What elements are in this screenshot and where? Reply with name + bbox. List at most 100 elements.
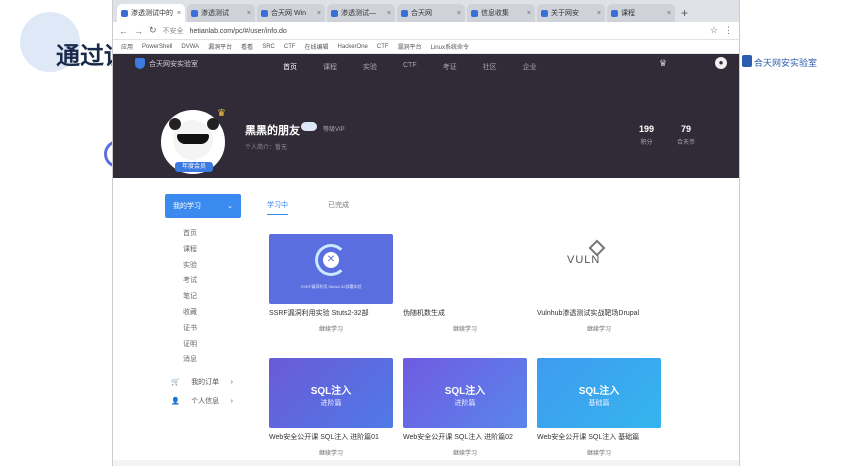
nav-item[interactable]: 考证 <box>443 62 457 72</box>
nav-item[interactable]: 社区 <box>483 62 497 72</box>
bookmark-item[interactable]: 应用 <box>121 42 133 51</box>
bookmarks-bar: 应用 PowerShell DVWA 漏洞平台 看看 SRC CTF 在线编辑 … <box>113 40 739 54</box>
sidebar-item[interactable]: 消息 <box>183 352 241 368</box>
lab-logo-text: 合天网安实验室 <box>754 59 818 69</box>
sidebar-group-orders[interactable]: 🛒 我的订单 › <box>165 377 241 387</box>
avatar[interactable]: ♛ 年度会员 <box>161 108 226 174</box>
close-icon[interactable]: × <box>667 10 671 17</box>
course-card[interactable]: ✕ SSRF漏洞利用 Stuts2-32部署实验 SSRF漏洞利用实验 Stut… <box>269 234 393 333</box>
tab-favicon-icon <box>121 9 128 17</box>
thumbnail-heading: SQL注入 <box>578 386 620 397</box>
browser-tab[interactable]: 合天网 Win × <box>257 4 325 22</box>
browser-tab[interactable]: 渗透测试— × <box>327 4 395 22</box>
stat-value: 79 <box>681 124 692 134</box>
course-thumbnail: VULN <box>537 234 661 304</box>
browser-tab[interactable]: 渗透测试 × <box>187 4 255 22</box>
bookmark-item[interactable]: 漏洞平台 <box>398 42 422 51</box>
nav-item[interactable]: 课程 <box>323 62 337 72</box>
level-badge <box>301 122 317 131</box>
thumbnail-caption: SSRF漏洞利用 Stuts2-32部署实验 <box>300 284 362 289</box>
stat-label: 积分 <box>640 140 653 146</box>
bookmark-item[interactable]: HackerOne <box>338 44 368 50</box>
browser-tab[interactable]: 课程 × <box>607 4 675 22</box>
sidebar-item[interactable]: 收藏 <box>183 305 241 321</box>
close-icon[interactable]: × <box>317 10 321 17</box>
tab-favicon-icon <box>541 9 548 17</box>
nav-item[interactable]: 实验 <box>363 62 377 72</box>
course-card[interactable]: SQL注入 进阶篇 Web安全公开课 SQL注入 进阶篇02 继续学习 <box>403 358 527 457</box>
bookmark-item[interactable]: DVWA <box>181 44 199 50</box>
course-card[interactable]: VULN Vulnhub渗透测试实战靶场Drupal 继续学习 <box>537 234 661 333</box>
thumbnail-heading: SQL注入 <box>310 386 352 397</box>
browser-tab[interactable]: 渗透测试中的 × <box>117 4 185 22</box>
tab-favicon-icon <box>471 9 478 17</box>
sidebar-item[interactable]: 笔记 <box>183 289 241 305</box>
continue-button[interactable]: 继续学习 <box>403 324 527 333</box>
crown-icon[interactable]: ♛ <box>659 58 667 69</box>
browser-tab[interactable]: 信息收集 × <box>467 4 535 22</box>
bookmark-item[interactable]: CTF <box>377 44 389 50</box>
bookmark-item[interactable]: CTF <box>284 44 296 50</box>
sidebar-item[interactable]: 首页 <box>183 226 241 242</box>
user-icon: 👤 <box>171 398 180 406</box>
sidebar-item[interactable]: 课程 <box>183 242 241 258</box>
nav-item[interactable]: CTF <box>403 62 417 72</box>
user-menu-icon[interactable]: ● <box>715 57 727 69</box>
thumbnail-subheading: 进阶篇 <box>454 400 476 407</box>
sidebar-item[interactable]: 证明 <box>183 337 241 353</box>
site-brand[interactable]: 合天网安实验室 <box>135 58 198 69</box>
close-icon[interactable]: × <box>387 10 391 17</box>
menu-icon[interactable]: ⋮ <box>724 25 733 36</box>
course-title: Web安全公开课 SQL注入 基础篇 <box>537 434 640 441</box>
continue-button[interactable]: 继续学习 <box>269 324 393 333</box>
bookmark-item[interactable]: Linux系统命令 <box>431 42 469 51</box>
course-title: Web安全公开课 SQL注入 进阶篇01 <box>269 434 379 441</box>
url-field[interactable]: 不安全 hetianlab.com/pc/#/user/info.do <box>163 26 704 36</box>
close-icon[interactable]: × <box>177 10 181 17</box>
browser-tab[interactable]: 合天网 × <box>397 4 465 22</box>
continue-button[interactable]: 继续学习 <box>537 448 661 457</box>
continue-button[interactable]: 继续学习 <box>537 324 661 333</box>
bookmark-item[interactable]: 漏洞平台 <box>208 42 232 51</box>
sidebar-list: 首页 课程 实验 考试 笔记 收藏 证书 证明 消息 <box>165 226 241 368</box>
forward-icon[interactable]: → <box>134 26 143 36</box>
chevron-right-icon: › <box>230 397 233 405</box>
continue-button[interactable]: 继续学习 <box>269 448 393 457</box>
sidebar-active-item[interactable]: 我的学习 ⌄ <box>165 194 241 218</box>
continue-button[interactable]: 继续学习 <box>403 448 527 457</box>
thumbnail-heading: SQL注入 <box>444 386 486 397</box>
reload-icon[interactable]: ↻ <box>149 25 157 36</box>
close-icon[interactable]: × <box>247 10 251 17</box>
security-label: 不安全 <box>162 27 184 35</box>
course-thumbnail <box>403 234 527 304</box>
bookmark-item[interactable]: SRC <box>262 44 275 50</box>
username: 黑黑的朋友 <box>245 124 300 137</box>
close-icon[interactable]: × <box>597 10 601 17</box>
course-card[interactable]: SQL注入 基础篇 Web安全公开课 SQL注入 基础篇 继续学习 <box>537 358 661 457</box>
bookmark-item[interactable]: 在线编辑 <box>305 42 329 51</box>
crown-icon: ♛ <box>217 108 226 119</box>
course-card[interactable]: SQL注入 进阶篇 Web安全公开课 SQL注入 进阶篇01 继续学习 <box>269 358 393 457</box>
course-card[interactable]: 伪随机数生成 继续学习 <box>403 234 527 333</box>
sidebar-group-profile[interactable]: 👤 个人信息 › <box>165 396 241 406</box>
close-icon[interactable]: × <box>527 10 531 17</box>
close-icon[interactable]: × <box>457 10 461 17</box>
sidebar-item[interactable]: 证书 <box>183 321 241 337</box>
stat-points: 199 积分 <box>639 124 654 146</box>
nav-item[interactable]: 企业 <box>523 62 537 72</box>
cart-icon: 🛒 <box>171 379 180 387</box>
star-icon[interactable]: ☆ <box>710 25 718 36</box>
nav-item[interactable]: 首页 <box>283 62 297 72</box>
new-tab-button[interactable]: + <box>677 4 692 22</box>
sidebar-item[interactable]: 实验 <box>183 258 241 274</box>
user-bio: 个人简介：暂无 <box>245 145 288 151</box>
tab-favicon-icon <box>331 9 338 17</box>
course-thumbnail: SQL注入 基础篇 <box>537 358 661 428</box>
browser-tab[interactable]: 关于网安 × <box>537 4 605 22</box>
sidebar-item[interactable]: 考试 <box>183 273 241 289</box>
tab-in-progress[interactable]: 学习中 <box>267 200 288 215</box>
back-icon[interactable]: ← <box>119 26 128 36</box>
bookmark-item[interactable]: PowerShell <box>142 44 172 50</box>
bookmark-item[interactable]: 看看 <box>241 42 253 51</box>
tab-completed[interactable]: 已完成 <box>328 200 349 215</box>
